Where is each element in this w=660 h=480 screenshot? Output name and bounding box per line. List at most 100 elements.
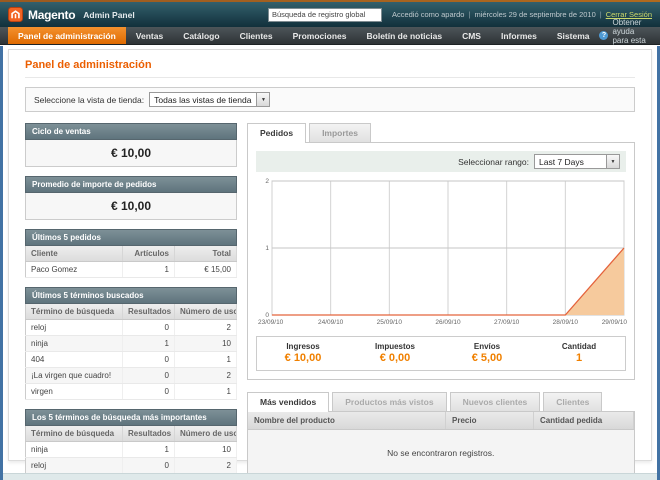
widget-top-search-terms: Los 5 términos de búsqueda más important… bbox=[25, 409, 237, 480]
stat-cantidad: Cantidad 1 bbox=[533, 342, 625, 364]
footer-strip bbox=[3, 473, 657, 480]
svg-text:23/09/10: 23/09/10 bbox=[258, 319, 284, 326]
tab-importes[interactable]: Importes bbox=[309, 123, 371, 142]
widget-title: Últimos 5 términos buscados bbox=[25, 287, 237, 304]
nav-item-sistema[interactable]: Sistema bbox=[547, 27, 600, 44]
col-header: Resultados bbox=[123, 304, 175, 320]
table-row[interactable]: ninja 1 10 bbox=[26, 442, 237, 458]
widget-title: Promedio de importe de pedidos bbox=[25, 176, 237, 193]
table-row[interactable]: reloj 0 2 bbox=[26, 320, 237, 336]
stat-ingresos: Ingresos € 10,00 bbox=[257, 342, 349, 364]
cell-term: ¡La virgen que cuadro! bbox=[26, 368, 123, 384]
magento-logo[interactable]: Magento Admin Panel bbox=[8, 7, 135, 22]
orders-area-chart: 01223/09/1024/09/1025/09/1026/09/1027/09… bbox=[256, 177, 628, 329]
col-header: Cantidad pedida bbox=[534, 412, 634, 430]
cell-total: € 15,00 bbox=[175, 262, 237, 278]
empty-message: No se encontraron registros. bbox=[248, 430, 634, 477]
widget-title: Últimos 5 pedidos bbox=[25, 229, 237, 246]
stat-label: Envíos bbox=[441, 342, 533, 351]
global-search-input[interactable] bbox=[268, 8, 382, 22]
cell-results: 0 bbox=[123, 384, 175, 400]
products-tabs: Más vendidos Productos más vistos Nuevos… bbox=[247, 392, 635, 411]
svg-text:28/09/10: 28/09/10 bbox=[553, 319, 579, 326]
orders-tab-panel: Seleccionar rango: Last 7 Days ▼ 01223/0… bbox=[247, 142, 635, 380]
col-header: Término de búsqueda bbox=[26, 304, 123, 320]
col-header: Cliente bbox=[26, 246, 123, 262]
nav-item-cms[interactable]: CMS bbox=[452, 27, 491, 44]
current-date-text: miércoles 29 de septiembre de 2010 bbox=[474, 10, 595, 19]
products-tab-panel: Nombre del producto Precio Cantidad pedi… bbox=[247, 411, 635, 477]
chevron-down-icon: ▼ bbox=[606, 155, 619, 168]
table-row[interactable]: 404 0 1 bbox=[26, 352, 237, 368]
tab-clientes[interactable]: Clientes bbox=[543, 392, 602, 411]
average-order-value: € 10,00 bbox=[25, 193, 237, 220]
svg-text:2: 2 bbox=[265, 178, 269, 185]
col-header: Término de búsqueda bbox=[26, 426, 123, 442]
chevron-down-icon: ▼ bbox=[256, 93, 269, 106]
header-separator: | bbox=[468, 10, 470, 19]
cell-term: 404 bbox=[26, 352, 123, 368]
col-header: Resultados bbox=[123, 426, 175, 442]
table-row[interactable]: reloj 0 2 bbox=[26, 458, 237, 474]
stat-value: 1 bbox=[533, 352, 625, 364]
widget-average-order: Promedio de importe de pedidos € 10,00 bbox=[25, 176, 237, 220]
cell-results: 1 bbox=[123, 336, 175, 352]
col-header: Total bbox=[175, 246, 237, 262]
cell-results: 0 bbox=[123, 320, 175, 336]
store-view-bar: Seleccione la vista de tienda: Todas las… bbox=[25, 87, 635, 112]
table-row[interactable]: Paco Gomez 1 € 15,00 bbox=[26, 262, 237, 278]
cell-uses: 2 bbox=[175, 368, 237, 384]
nav-item-promociones[interactable]: Promociones bbox=[283, 27, 357, 44]
nav-item-clientes[interactable]: Clientes bbox=[230, 27, 283, 44]
nav-item-informes[interactable]: Informes bbox=[491, 27, 547, 44]
stat-label: Cantidad bbox=[533, 342, 625, 351]
logged-in-text: Accedió como apardo bbox=[392, 10, 465, 19]
nav-item-boletin[interactable]: Boletín de noticias bbox=[357, 27, 453, 44]
nav-item-dashboard[interactable]: Panel de administración bbox=[8, 27, 126, 44]
tab-nuevos-clientes[interactable]: Nuevos clientes bbox=[450, 392, 541, 411]
main-nav: Panel de administración Ventas Catálogo … bbox=[0, 27, 660, 45]
svg-text:26/09/10: 26/09/10 bbox=[435, 319, 461, 326]
cell-items: 1 bbox=[123, 262, 175, 278]
widget-last-search-terms: Últimos 5 términos buscados Término de b… bbox=[25, 287, 237, 400]
store-view-select[interactable]: Todas las vistas de tienda ▼ bbox=[149, 92, 270, 107]
dashboard-columns: Ciclo de ventas € 10,00 Promedio de impo… bbox=[25, 123, 635, 480]
store-view-selected-value: Todas las vistas de tienda bbox=[154, 95, 251, 105]
tab-pedidos[interactable]: Pedidos bbox=[247, 123, 306, 143]
sales-cycle-value: € 10,00 bbox=[25, 140, 237, 167]
table-row[interactable]: ¡La virgen que cuadro! 0 2 bbox=[26, 368, 237, 384]
widget-last-orders: Últimos 5 pedidos Cliente Artículos Tota… bbox=[25, 229, 237, 278]
cell-results: 1 bbox=[123, 442, 175, 458]
table-row[interactable]: ninja 1 10 bbox=[26, 336, 237, 352]
col-header: Número de usos bbox=[175, 304, 237, 320]
table-row[interactable]: virgen 0 1 bbox=[26, 384, 237, 400]
col-header: Número de usos bbox=[175, 426, 237, 442]
content-card: Panel de administración Seleccione la vi… bbox=[8, 49, 652, 461]
cell-term: reloj bbox=[26, 458, 123, 474]
col-header: Nombre del producto bbox=[248, 412, 446, 430]
stat-value: € 5,00 bbox=[441, 352, 533, 364]
cell-results: 0 bbox=[123, 458, 175, 474]
cell-results: 0 bbox=[123, 352, 175, 368]
empty-row: No se encontraron registros. bbox=[248, 430, 634, 477]
cell-term: ninja bbox=[26, 336, 123, 352]
nav-item-ventas[interactable]: Ventas bbox=[126, 27, 173, 44]
cell-term: ninja bbox=[26, 442, 123, 458]
widget-title: Ciclo de ventas bbox=[25, 123, 237, 140]
brand-suffix: Admin Panel bbox=[83, 10, 134, 20]
dashboard-sidebar: Ciclo de ventas € 10,00 Promedio de impo… bbox=[25, 123, 237, 480]
cell-uses: 10 bbox=[175, 336, 237, 352]
svg-text:29/09/10: 29/09/10 bbox=[602, 319, 628, 326]
stat-envios: Envíos € 5,00 bbox=[441, 342, 533, 364]
tab-productos-mas-vistos[interactable]: Productos más vistos bbox=[332, 392, 446, 411]
cell-results: 0 bbox=[123, 368, 175, 384]
stat-label: Impuestos bbox=[349, 342, 441, 351]
cell-uses: 10 bbox=[175, 442, 237, 458]
range-select[interactable]: Last 7 Days ▼ bbox=[534, 154, 620, 169]
cell-uses: 1 bbox=[175, 384, 237, 400]
help-link[interactable]: ? Obtener ayuda para esta página bbox=[599, 27, 660, 44]
cell-term: reloj bbox=[26, 320, 123, 336]
svg-text:25/09/10: 25/09/10 bbox=[377, 319, 403, 326]
tab-mas-vendidos[interactable]: Más vendidos bbox=[247, 392, 329, 412]
nav-item-catalogo[interactable]: Catálogo bbox=[173, 27, 229, 44]
